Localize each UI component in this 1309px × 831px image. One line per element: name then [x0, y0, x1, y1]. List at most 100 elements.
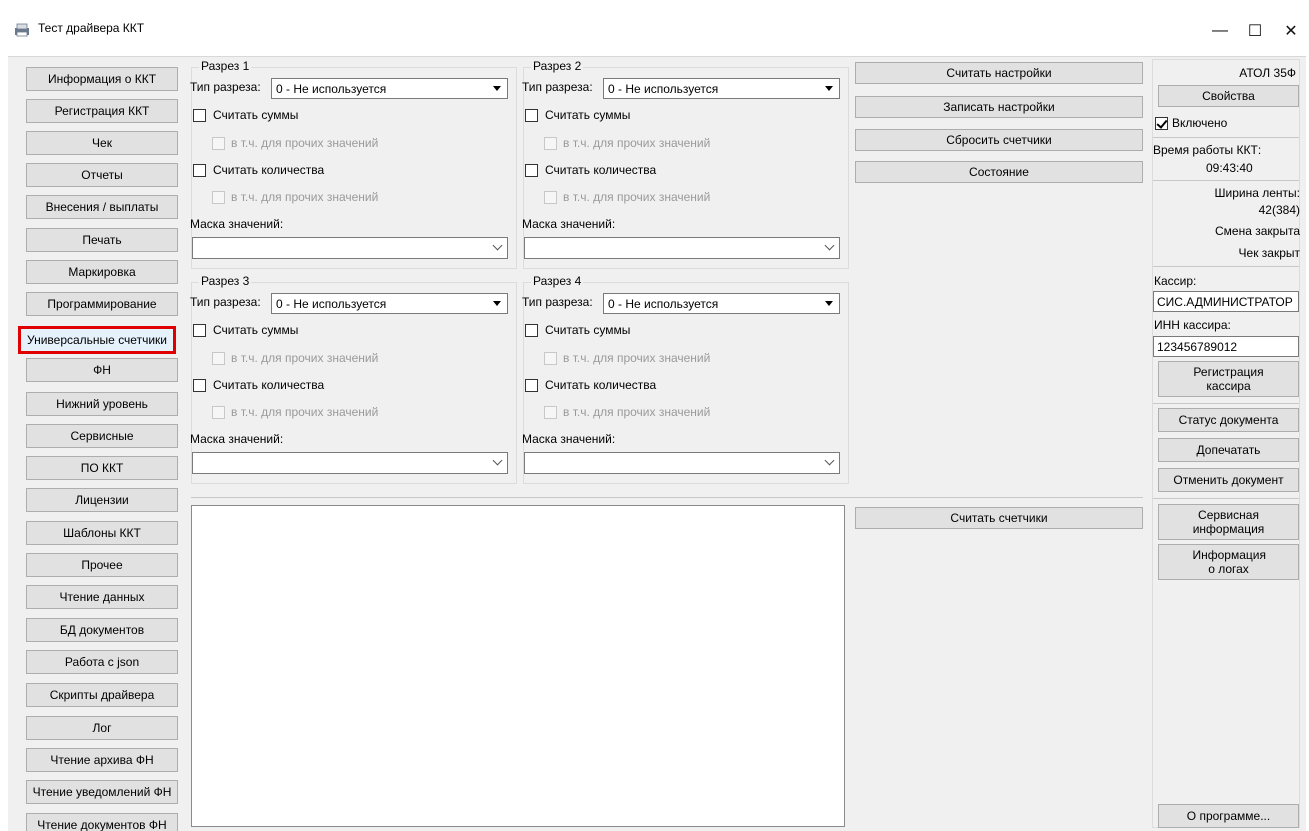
count-sums-other-checkbox[interactable]: [544, 352, 557, 365]
sidebar-item[interactable]: Внесения / выплаты: [26, 195, 178, 219]
service-info-label: Сервисная информация: [1192, 508, 1265, 536]
count-qty-checkbox[interactable]: [193, 164, 206, 177]
mask-label: Маска значений:: [522, 432, 616, 446]
count-sums-other-checkbox[interactable]: [212, 137, 225, 150]
sidebar-item[interactable]: Маркировка: [26, 260, 178, 284]
count-qty-other-checkbox[interactable]: [212, 406, 225, 419]
register-cashier-label: Регистрация кассира: [1193, 365, 1264, 393]
section-type-value: 0 - Не используется: [608, 296, 719, 311]
sidebar-item[interactable]: Чтение архива ФН: [26, 748, 178, 772]
section-type-select[interactable]: 0 - Не используется: [271, 293, 508, 314]
sidebar-item[interactable]: ПО ККТ: [26, 456, 178, 480]
count-sums-checkbox[interactable]: [193, 324, 206, 337]
enabled-checkbox[interactable]: [1155, 117, 1168, 130]
section-type-select[interactable]: 0 - Не используется: [271, 78, 508, 99]
section-type-value: 0 - Не используется: [608, 81, 719, 96]
sidebar-item[interactable]: Чек: [26, 131, 178, 155]
mask-combobox[interactable]: [192, 452, 508, 474]
sidebar-item[interactable]: Нижний уровень: [26, 392, 178, 416]
count-sums-other-label: в т.ч. для прочих значений: [563, 351, 711, 365]
sidebar-item[interactable]: БД документов: [26, 618, 178, 642]
count-sums-other-checkbox[interactable]: [544, 137, 557, 150]
dropdown-arrow-icon: [493, 86, 501, 91]
count-sums-other-label: в т.ч. для прочих значений: [231, 351, 379, 365]
title-bar: Тест драйвера ККТ — ☐ ✕: [0, 0, 1309, 56]
sidebar-item[interactable]: Работа с json: [26, 650, 178, 674]
count-sums-other-checkbox[interactable]: [212, 352, 225, 365]
section-title: Разрез 4: [531, 274, 584, 288]
section-type-label: Тип разреза:: [190, 295, 261, 309]
section-type-label: Тип разреза:: [522, 80, 593, 94]
count-qty-other-label: в т.ч. для прочих значений: [231, 190, 379, 204]
sidebar-item[interactable]: Чтение данных: [26, 585, 178, 609]
dropdown-arrow-icon: [825, 301, 833, 306]
window-title: Тест драйвера ККТ: [38, 21, 145, 35]
count-qty-other-checkbox[interactable]: [212, 191, 225, 204]
sidebar-item[interactable]: Печать: [26, 228, 178, 252]
count-sums-checkbox[interactable]: [193, 109, 206, 122]
divider: [1153, 266, 1299, 267]
sidebar-item[interactable]: Лог: [26, 716, 178, 740]
document-status-button[interactable]: Статус документа: [1158, 408, 1299, 432]
maximize-icon: ☐: [1247, 23, 1263, 40]
divider: [1153, 498, 1299, 499]
count-sums-label: Считать суммы: [213, 108, 299, 122]
count-qty-checkbox[interactable]: [525, 164, 538, 177]
sidebar-item[interactable]: Чтение документов ФН: [26, 813, 178, 831]
sidebar-item[interactable]: Прочее: [26, 553, 178, 577]
uptime-label: Время работы ККТ:: [1153, 143, 1262, 157]
properties-button[interactable]: Свойства: [1158, 85, 1299, 107]
section-type-select[interactable]: 0 - Не используется: [603, 78, 840, 99]
cashier-inn-input[interactable]: 123456789012: [1153, 336, 1299, 357]
cashier-input[interactable]: СИС.АДМИНИСТРАТОР: [1153, 291, 1299, 312]
sidebar-item[interactable]: Шаблоны ККТ: [26, 521, 178, 545]
sidebar-item[interactable]: Отчеты: [26, 163, 178, 187]
mask-combobox[interactable]: [192, 237, 508, 259]
section-type-select[interactable]: 0 - Не используется: [603, 293, 840, 314]
receipt-state: Чек закрыт: [1238, 246, 1300, 260]
output-area[interactable]: [191, 505, 845, 827]
close-button[interactable]: ✕: [1268, 16, 1309, 46]
reprint-button[interactable]: Допечатать: [1158, 438, 1299, 462]
service-info-button[interactable]: Сервисная информация: [1158, 504, 1299, 540]
sidebar-item[interactable]: Скрипты драйвера: [26, 683, 178, 707]
write-settings-button[interactable]: Записать настройки: [855, 96, 1143, 118]
printer-icon: [15, 23, 29, 37]
count-sums-label: Считать суммы: [213, 323, 299, 337]
sidebar-item[interactable]: Информация о ККТ: [26, 67, 178, 91]
count-sums-checkbox[interactable]: [525, 109, 538, 122]
sidebar-item[interactable]: Программирование: [26, 292, 178, 316]
log-info-button[interactable]: Информация о логах: [1158, 544, 1299, 580]
sidebar-item[interactable]: Лицензии: [26, 488, 178, 512]
chevron-down-icon: [492, 240, 503, 251]
mask-combobox[interactable]: [524, 452, 840, 474]
sidebar-item[interactable]: Чтение уведомлений ФН: [26, 780, 178, 804]
count-qty-other-checkbox[interactable]: [544, 406, 557, 419]
sidebar-item[interactable]: Универсальные счетчики: [18, 326, 176, 354]
mask-combobox[interactable]: [524, 237, 840, 259]
cashier-label: Кассир:: [1154, 274, 1197, 288]
count-qty-label: Считать количества: [213, 378, 325, 392]
about-button[interactable]: О программе...: [1158, 804, 1299, 828]
mask-label: Маска значений:: [190, 432, 284, 446]
dropdown-arrow-icon: [493, 301, 501, 306]
section-type-label: Тип разреза:: [522, 295, 593, 309]
sidebar-item[interactable]: Сервисные: [26, 424, 178, 448]
sidebar-item[interactable]: Регистрация ККТ: [26, 99, 178, 123]
section-type-label: Тип разреза:: [190, 80, 261, 94]
cancel-document-button[interactable]: Отменить документ: [1158, 468, 1299, 492]
section-title: Разрез 3: [199, 274, 252, 288]
read-settings-button[interactable]: Считать настройки: [855, 62, 1143, 84]
count-qty-other-checkbox[interactable]: [544, 191, 557, 204]
reset-counters-button[interactable]: Сбросить счетчики: [855, 129, 1143, 151]
count-qty-checkbox[interactable]: [193, 379, 206, 392]
register-cashier-button[interactable]: Регистрация кассира: [1158, 361, 1299, 397]
state-button[interactable]: Состояние: [855, 161, 1143, 183]
sidebar-item[interactable]: ФН: [26, 358, 178, 382]
count-qty-checkbox[interactable]: [525, 379, 538, 392]
count-sums-checkbox[interactable]: [525, 324, 538, 337]
mask-label: Маска значений:: [522, 217, 616, 231]
count-qty-label: Считать количества: [545, 378, 657, 392]
read-counters-button[interactable]: Считать счетчики: [855, 507, 1143, 529]
chevron-down-icon: [824, 455, 835, 466]
